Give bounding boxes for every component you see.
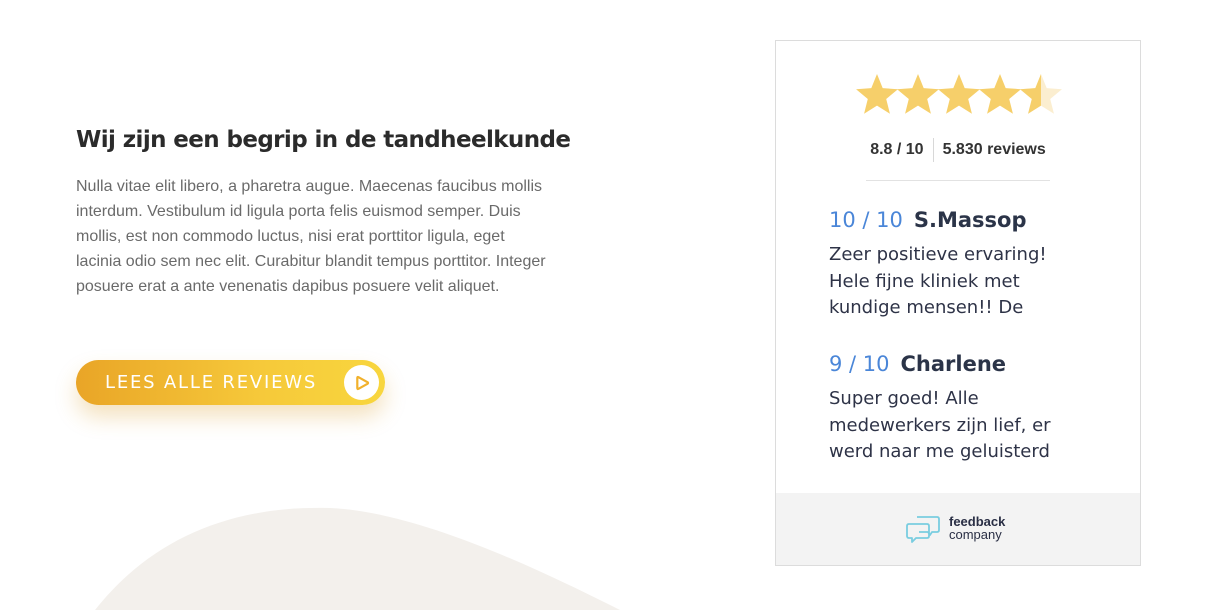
review-widget: 8.8 / 10 5.830 reviews 10 / 10 S.Massop Ze… <box>775 40 1141 566</box>
star-icon <box>897 74 939 114</box>
review-count: 5.830 reviews <box>942 141 1046 158</box>
intro-section: Wij zijn een begrip in de tandheelkunde … <box>76 122 616 299</box>
section-title: Wij zijn een begrip in de tandheelkunde <box>76 127 571 153</box>
chat-bubbles-icon <box>906 516 940 543</box>
star-rating <box>856 74 1062 114</box>
read-all-reviews-label: LEES ALLE REVIEWS <box>105 372 318 393</box>
review-score: 9 / 10 <box>829 352 890 376</box>
star-icon <box>1020 74 1062 114</box>
section-body-text: Nulla vitae elit libero, a pharetra augu… <box>76 178 546 295</box>
review-text: Zeer positieve ervaring! Hele fijne klin… <box>829 244 1047 318</box>
summary-divider <box>932 138 934 162</box>
rating-summary: 8.8 / 10 5.830 reviews <box>776 138 1140 162</box>
widget-footer[interactable]: feedback company <box>776 493 1140 565</box>
feedback-company-logo: feedback company <box>949 515 1005 541</box>
review-item: 9 / 10 Charlene Super goed! Alle medewerk… <box>829 348 1089 466</box>
read-all-reviews-button[interactable]: LEES ALLE REVIEWS <box>76 360 385 405</box>
star-icon <box>979 74 1021 114</box>
review-score: 10 / 10 <box>829 208 903 232</box>
reviewer-name: S.Massop <box>913 208 1027 232</box>
header-divider <box>866 180 1050 181</box>
average-score: 8.8 / 10 <box>870 141 924 158</box>
reviewer-name: Charlene <box>900 352 1007 376</box>
play-circle-icon <box>344 365 379 400</box>
brand-line-2: company <box>949 527 1002 542</box>
review-text: Super goed! Alle medewerkers zijn lief, … <box>829 388 1051 462</box>
star-icon <box>856 74 898 114</box>
review-item: 10 / 10 S.Massop Zeer positieve ervaring!… <box>829 204 1089 322</box>
star-icon <box>938 74 980 114</box>
